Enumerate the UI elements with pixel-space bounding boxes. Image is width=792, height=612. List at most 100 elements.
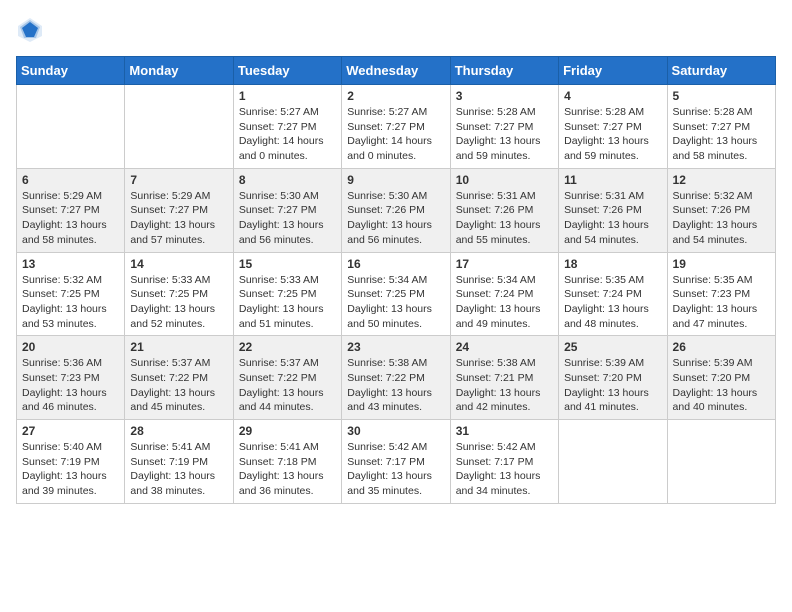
- day-info: Sunrise: 5:38 AM Sunset: 7:21 PM Dayligh…: [456, 356, 553, 415]
- calendar-cell: 31Sunrise: 5:42 AM Sunset: 7:17 PM Dayli…: [450, 420, 558, 504]
- day-number: 7: [130, 173, 227, 187]
- calendar-cell: 22 Sunrise: 5:37 AM Sunset: 7:22 PM Dayli…: [233, 336, 341, 420]
- day-info: Sunrise: 5:30 AM Sunset: 7:26 PM Dayligh…: [347, 189, 444, 248]
- day-number: 4: [564, 89, 661, 103]
- week-row-1: 1 Sunrise: 5:27 AM Sunset: 7:27 PM Daylig…: [17, 85, 776, 169]
- page-header: [16, 16, 776, 44]
- calendar-cell: 19Sunrise: 5:35 AM Sunset: 7:23 PM Dayli…: [667, 252, 775, 336]
- day-info: Sunrise: 5:39 AM Sunset: 7:20 PM Dayligh…: [673, 356, 770, 415]
- day-info: Sunrise: 5:29 AM Sunset: 7:27 PM Dayligh…: [22, 189, 119, 248]
- day-info: Sunrise: 5:33 AM Sunset: 7:25 PM Dayligh…: [239, 273, 336, 332]
- logo: [16, 16, 46, 44]
- day-number: 14: [130, 257, 227, 271]
- weekday-header-tuesday: Tuesday: [233, 57, 341, 85]
- calendar-cell: 5 Sunrise: 5:28 AM Sunset: 7:27 PM Daylig…: [667, 85, 775, 169]
- calendar-cell: 15 Sunrise: 5:33 AM Sunset: 7:25 PM Dayli…: [233, 252, 341, 336]
- day-info: Sunrise: 5:31 AM Sunset: 7:26 PM Dayligh…: [456, 189, 553, 248]
- day-number: 17: [456, 257, 553, 271]
- day-number: 15: [239, 257, 336, 271]
- weekday-header-wednesday: Wednesday: [342, 57, 450, 85]
- day-info: Sunrise: 5:35 AM Sunset: 7:24 PM Dayligh…: [564, 273, 661, 332]
- calendar-cell: 23 Sunrise: 5:38 AM Sunset: 7:22 PM Dayli…: [342, 336, 450, 420]
- day-number: 22: [239, 340, 336, 354]
- day-number: 23: [347, 340, 444, 354]
- calendar-cell: 20 Sunrise: 5:36 AM Sunset: 7:23 PM Dayli…: [17, 336, 125, 420]
- day-info: Sunrise: 5:37 AM Sunset: 7:22 PM Dayligh…: [239, 356, 336, 415]
- day-number: 10: [456, 173, 553, 187]
- day-number: 2: [347, 89, 444, 103]
- calendar-cell: 16Sunrise: 5:34 AM Sunset: 7:25 PM Dayli…: [342, 252, 450, 336]
- day-number: 8: [239, 173, 336, 187]
- calendar-cell: 17Sunrise: 5:34 AM Sunset: 7:24 PM Dayli…: [450, 252, 558, 336]
- day-info: Sunrise: 5:37 AM Sunset: 7:22 PM Dayligh…: [130, 356, 227, 415]
- day-number: 25: [564, 340, 661, 354]
- day-number: 12: [673, 173, 770, 187]
- day-info: Sunrise: 5:39 AM Sunset: 7:20 PM Dayligh…: [564, 356, 661, 415]
- calendar-cell: 6Sunrise: 5:29 AM Sunset: 7:27 PM Daylig…: [17, 168, 125, 252]
- day-info: Sunrise: 5:32 AM Sunset: 7:26 PM Dayligh…: [673, 189, 770, 248]
- week-row-4: 20 Sunrise: 5:36 AM Sunset: 7:23 PM Dayli…: [17, 336, 776, 420]
- day-number: 20: [22, 340, 119, 354]
- day-info: Sunrise: 5:42 AM Sunset: 7:17 PM Dayligh…: [347, 440, 444, 499]
- calendar-cell: 11 Sunrise: 5:31 AM Sunset: 7:26 PM Dayli…: [559, 168, 667, 252]
- day-number: 19: [673, 257, 770, 271]
- calendar-cell: 26 Sunrise: 5:39 AM Sunset: 7:20 PM Dayli…: [667, 336, 775, 420]
- week-row-3: 13 Sunrise: 5:32 AM Sunset: 7:25 PM Dayli…: [17, 252, 776, 336]
- calendar-cell: 30 Sunrise: 5:42 AM Sunset: 7:17 PM Dayli…: [342, 420, 450, 504]
- day-number: 18: [564, 257, 661, 271]
- day-info: Sunrise: 5:41 AM Sunset: 7:19 PM Dayligh…: [130, 440, 227, 499]
- calendar-cell: [17, 85, 125, 169]
- weekday-header-row: SundayMondayTuesdayWednesdayThursdayFrid…: [17, 57, 776, 85]
- calendar-cell: 13 Sunrise: 5:32 AM Sunset: 7:25 PM Dayli…: [17, 252, 125, 336]
- day-number: 1: [239, 89, 336, 103]
- day-number: 27: [22, 424, 119, 438]
- day-number: 3: [456, 89, 553, 103]
- calendar-cell: [125, 85, 233, 169]
- calendar-cell: 4 Sunrise: 5:28 AM Sunset: 7:27 PM Daylig…: [559, 85, 667, 169]
- calendar-cell: 29 Sunrise: 5:41 AM Sunset: 7:18 PM Dayli…: [233, 420, 341, 504]
- day-info: Sunrise: 5:32 AM Sunset: 7:25 PM Dayligh…: [22, 273, 119, 332]
- day-number: 13: [22, 257, 119, 271]
- day-info: Sunrise: 5:31 AM Sunset: 7:26 PM Dayligh…: [564, 189, 661, 248]
- calendar-cell: 2 Sunrise: 5:27 AM Sunset: 7:27 PM Daylig…: [342, 85, 450, 169]
- weekday-header-thursday: Thursday: [450, 57, 558, 85]
- calendar-cell: 8 Sunrise: 5:30 AM Sunset: 7:27 PM Daylig…: [233, 168, 341, 252]
- day-number: 29: [239, 424, 336, 438]
- calendar-cell: 3 Sunrise: 5:28 AM Sunset: 7:27 PM Daylig…: [450, 85, 558, 169]
- day-info: Sunrise: 5:28 AM Sunset: 7:27 PM Dayligh…: [564, 105, 661, 164]
- calendar-cell: 9Sunrise: 5:30 AM Sunset: 7:26 PM Daylig…: [342, 168, 450, 252]
- calendar-cell: 24 Sunrise: 5:38 AM Sunset: 7:21 PM Dayli…: [450, 336, 558, 420]
- day-info: Sunrise: 5:38 AM Sunset: 7:22 PM Dayligh…: [347, 356, 444, 415]
- day-info: Sunrise: 5:42 AM Sunset: 7:17 PM Dayligh…: [456, 440, 553, 499]
- calendar-cell: 14 Sunrise: 5:33 AM Sunset: 7:25 PM Dayli…: [125, 252, 233, 336]
- day-info: Sunrise: 5:41 AM Sunset: 7:18 PM Dayligh…: [239, 440, 336, 499]
- calendar-cell: 28 Sunrise: 5:41 AM Sunset: 7:19 PM Dayli…: [125, 420, 233, 504]
- day-info: Sunrise: 5:33 AM Sunset: 7:25 PM Dayligh…: [130, 273, 227, 332]
- day-info: Sunrise: 5:28 AM Sunset: 7:27 PM Dayligh…: [673, 105, 770, 164]
- weekday-header-sunday: Sunday: [17, 57, 125, 85]
- week-row-2: 6Sunrise: 5:29 AM Sunset: 7:27 PM Daylig…: [17, 168, 776, 252]
- day-info: Sunrise: 5:40 AM Sunset: 7:19 PM Dayligh…: [22, 440, 119, 499]
- day-info: Sunrise: 5:29 AM Sunset: 7:27 PM Dayligh…: [130, 189, 227, 248]
- calendar-cell: 21Sunrise: 5:37 AM Sunset: 7:22 PM Dayli…: [125, 336, 233, 420]
- day-info: Sunrise: 5:28 AM Sunset: 7:27 PM Dayligh…: [456, 105, 553, 164]
- day-info: Sunrise: 5:34 AM Sunset: 7:25 PM Dayligh…: [347, 273, 444, 332]
- day-number: 30: [347, 424, 444, 438]
- weekday-header-friday: Friday: [559, 57, 667, 85]
- logo-icon: [16, 16, 44, 44]
- weekday-header-saturday: Saturday: [667, 57, 775, 85]
- day-number: 26: [673, 340, 770, 354]
- calendar-cell: [667, 420, 775, 504]
- day-info: Sunrise: 5:30 AM Sunset: 7:27 PM Dayligh…: [239, 189, 336, 248]
- day-number: 11: [564, 173, 661, 187]
- calendar-cell: 7 Sunrise: 5:29 AM Sunset: 7:27 PM Daylig…: [125, 168, 233, 252]
- calendar-table: SundayMondayTuesdayWednesdayThursdayFrid…: [16, 56, 776, 504]
- day-number: 28: [130, 424, 227, 438]
- day-number: 24: [456, 340, 553, 354]
- weekday-header-monday: Monday: [125, 57, 233, 85]
- day-info: Sunrise: 5:36 AM Sunset: 7:23 PM Dayligh…: [22, 356, 119, 415]
- day-info: Sunrise: 5:27 AM Sunset: 7:27 PM Dayligh…: [347, 105, 444, 164]
- day-number: 5: [673, 89, 770, 103]
- week-row-5: 27 Sunrise: 5:40 AM Sunset: 7:19 PM Dayli…: [17, 420, 776, 504]
- day-info: Sunrise: 5:27 AM Sunset: 7:27 PM Dayligh…: [239, 105, 336, 164]
